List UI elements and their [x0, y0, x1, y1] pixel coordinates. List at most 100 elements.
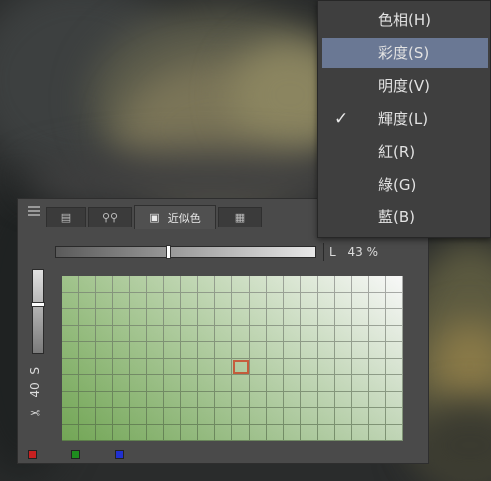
color-cell[interactable]	[334, 325, 352, 342]
color-cell[interactable]	[249, 391, 267, 408]
color-cell[interactable]	[113, 391, 131, 408]
color-cell[interactable]	[96, 358, 114, 375]
color-cell[interactable]	[113, 424, 131, 441]
color-cell[interactable]	[385, 358, 403, 375]
color-cell[interactable]	[198, 309, 216, 326]
color-cell[interactable]	[130, 391, 148, 408]
color-cell[interactable]	[113, 309, 131, 326]
color-cell[interactable]	[300, 325, 318, 342]
color-cell[interactable]	[62, 375, 80, 392]
color-cell[interactable]	[96, 342, 114, 359]
color-cell[interactable]	[368, 391, 386, 408]
color-cell[interactable]	[351, 342, 369, 359]
color-cell[interactable]	[317, 292, 335, 309]
color-cell[interactable]	[147, 292, 165, 309]
color-cell[interactable]	[317, 276, 335, 293]
color-cell[interactable]	[334, 292, 352, 309]
color-cell[interactable]	[351, 325, 369, 342]
color-cell[interactable]	[334, 358, 352, 375]
color-cell[interactable]	[368, 342, 386, 359]
tab-intermediate-color[interactable]: ⚲⚲	[88, 207, 132, 227]
color-cell[interactable]	[283, 325, 301, 342]
selected-color-cell[interactable]	[232, 358, 250, 375]
color-cell[interactable]	[130, 358, 148, 375]
color-cell[interactable]	[79, 292, 97, 309]
color-cell[interactable]	[385, 391, 403, 408]
color-cell[interactable]	[368, 292, 386, 309]
color-cell[interactable]	[79, 424, 97, 441]
color-cell[interactable]	[385, 292, 403, 309]
color-cell[interactable]	[79, 276, 97, 293]
color-cell[interactable]	[334, 391, 352, 408]
color-cell[interactable]	[181, 276, 199, 293]
color-cell[interactable]	[130, 276, 148, 293]
color-cell[interactable]	[215, 292, 233, 309]
color-cell[interactable]	[147, 358, 165, 375]
color-cell[interactable]	[232, 391, 250, 408]
color-cell[interactable]	[181, 375, 199, 392]
color-cell[interactable]	[300, 342, 318, 359]
color-cell[interactable]	[215, 325, 233, 342]
color-cell[interactable]	[215, 309, 233, 326]
color-cell[interactable]	[249, 325, 267, 342]
color-cell[interactable]	[215, 391, 233, 408]
color-cell[interactable]	[79, 325, 97, 342]
color-cell[interactable]	[385, 375, 403, 392]
color-cell[interactable]	[113, 276, 131, 293]
color-cell[interactable]	[266, 408, 284, 425]
tab-color-set[interactable]: ▤	[46, 207, 86, 227]
color-cell[interactable]	[79, 309, 97, 326]
red-swatch[interactable]	[28, 450, 37, 459]
color-cell[interactable]	[113, 292, 131, 309]
color-cell[interactable]	[334, 375, 352, 392]
color-cell[interactable]	[232, 325, 250, 342]
color-cell[interactable]	[232, 375, 250, 392]
color-cell[interactable]	[283, 424, 301, 441]
color-cell[interactable]	[351, 391, 369, 408]
color-cell[interactable]	[96, 375, 114, 392]
color-cell[interactable]	[317, 391, 335, 408]
color-cell[interactable]	[351, 358, 369, 375]
color-cell[interactable]	[283, 391, 301, 408]
color-cell[interactable]	[368, 424, 386, 441]
color-cell[interactable]	[181, 325, 199, 342]
color-cell[interactable]	[385, 424, 403, 441]
lightness-slider[interactable]	[55, 245, 316, 259]
color-cell[interactable]	[96, 391, 114, 408]
color-cell[interactable]	[96, 292, 114, 309]
color-cell[interactable]	[249, 375, 267, 392]
color-cell[interactable]	[334, 309, 352, 326]
step-slider[interactable]	[31, 269, 45, 354]
color-cell[interactable]	[96, 276, 114, 293]
color-cell[interactable]	[385, 276, 403, 293]
color-cell[interactable]	[317, 358, 335, 375]
color-cell[interactable]	[317, 424, 335, 441]
color-cell[interactable]	[79, 391, 97, 408]
color-cell[interactable]	[164, 391, 182, 408]
color-cell[interactable]	[215, 276, 233, 293]
color-cell[interactable]	[130, 342, 148, 359]
color-cell[interactable]	[283, 276, 301, 293]
color-cell[interactable]	[198, 292, 216, 309]
color-cell[interactable]	[232, 309, 250, 326]
color-cell[interactable]	[164, 292, 182, 309]
color-cell[interactable]	[164, 276, 182, 293]
color-cell[interactable]	[198, 325, 216, 342]
color-cell[interactable]	[96, 309, 114, 326]
color-cell[interactable]	[249, 292, 267, 309]
color-cell[interactable]	[164, 342, 182, 359]
color-cell[interactable]	[266, 292, 284, 309]
color-cell[interactable]	[249, 424, 267, 441]
color-cell[interactable]	[198, 408, 216, 425]
color-cell[interactable]	[368, 358, 386, 375]
color-cell[interactable]	[113, 342, 131, 359]
tab-approximate-color[interactable]: ▣ 近似色	[134, 205, 216, 229]
color-cell[interactable]	[351, 276, 369, 293]
color-cell[interactable]	[317, 325, 335, 342]
color-cell[interactable]	[113, 375, 131, 392]
color-cell[interactable]	[164, 325, 182, 342]
color-cell[interactable]	[300, 408, 318, 425]
color-cell[interactable]	[215, 358, 233, 375]
green-swatch[interactable]	[71, 450, 80, 459]
color-cell[interactable]	[96, 325, 114, 342]
